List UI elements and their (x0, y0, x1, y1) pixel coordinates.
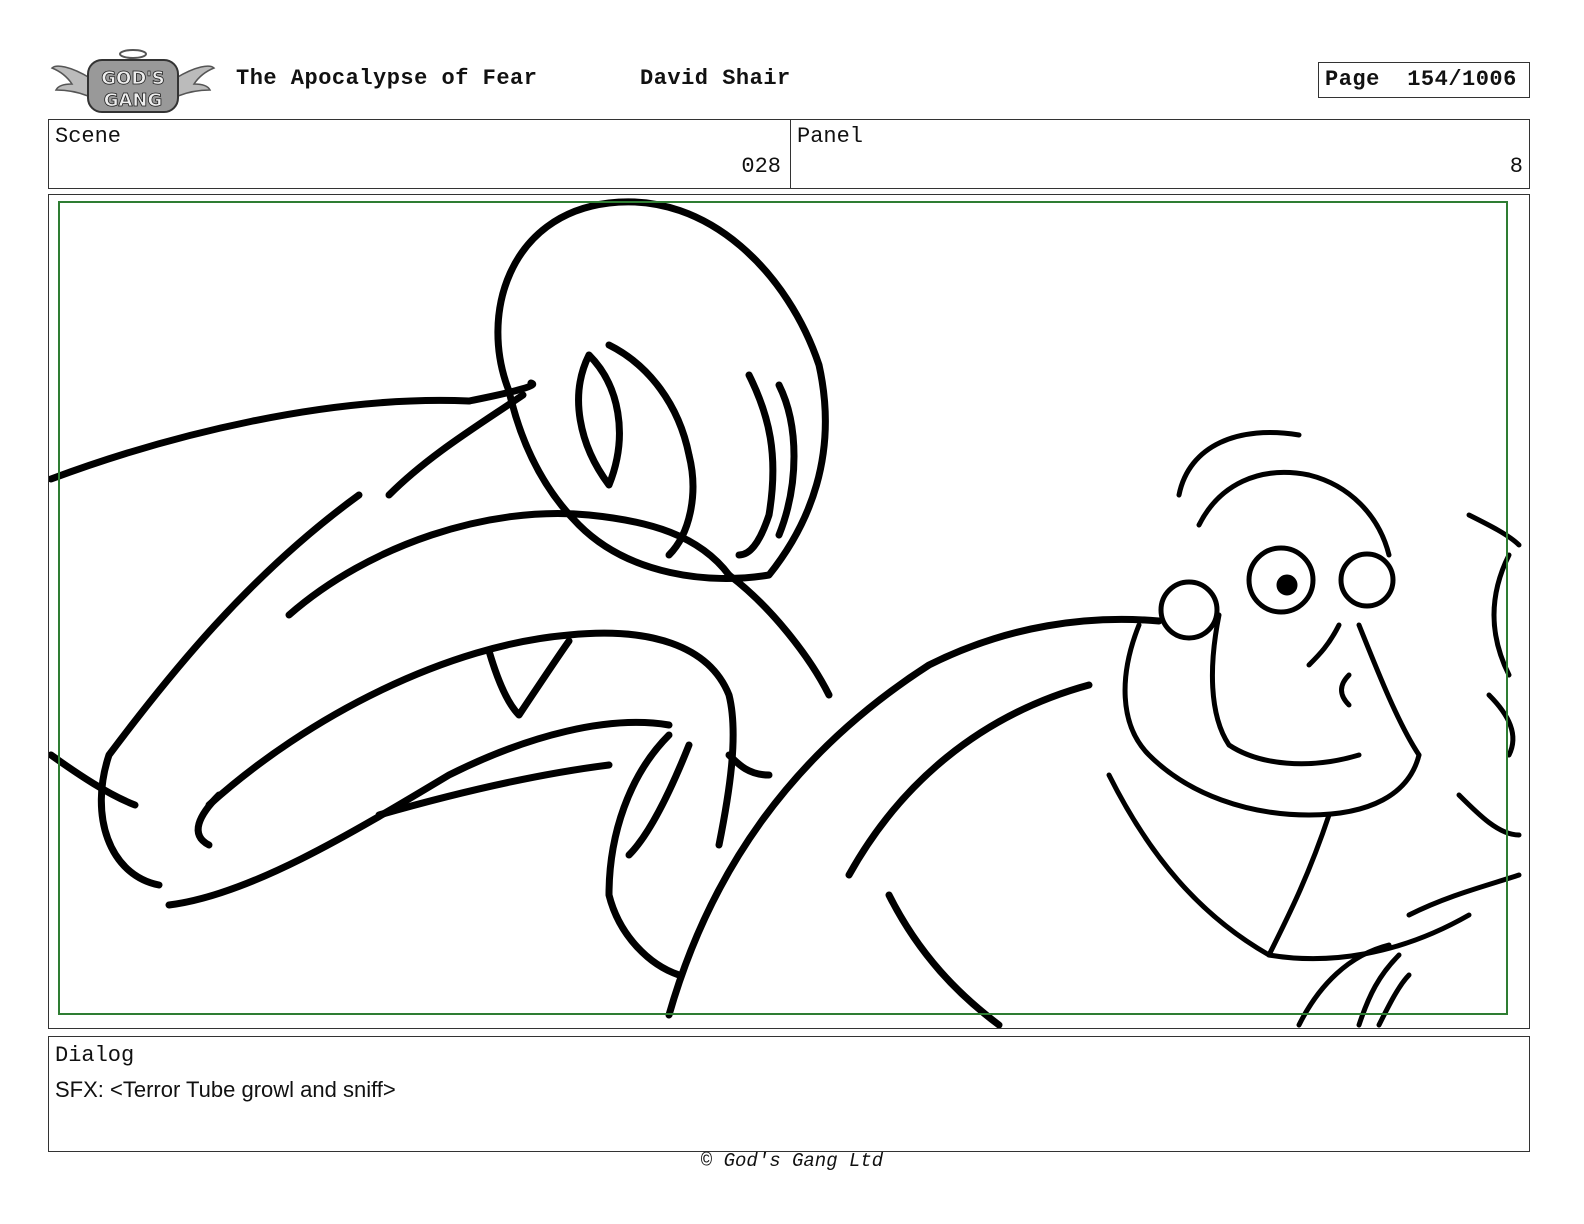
svg-text:GOD'S: GOD'S (101, 68, 165, 89)
copyright-footer: © God's Gang Ltd (700, 1150, 884, 1172)
tentacle-top-line (49, 396, 473, 483)
info-divider (790, 120, 791, 188)
page-number-box: Page 154/1006 (1318, 62, 1530, 98)
dialog-label: Dialog (55, 1043, 135, 1068)
project-title: The Apocalypse of Fear (236, 66, 538, 91)
character-sketch (1106, 430, 1522, 1028)
scene-label: Scene (55, 124, 122, 149)
dialog-text: SFX: <Terror Tube growl and sniff> (55, 1077, 396, 1102)
scene-value: 028 (741, 154, 781, 179)
character-body (665, 615, 1163, 1019)
safe-frame (58, 201, 1508, 1015)
gods-gang-logo: GOD'S GANG (50, 46, 216, 116)
svg-text:GANG: GANG (104, 90, 163, 111)
author-name: David Shair (640, 66, 791, 91)
storyboard-panel (48, 194, 1530, 1029)
character-ear (1158, 579, 1220, 641)
panel-label: Panel (797, 124, 864, 149)
dialog-box: Dialog SFX: <Terror Tube growl and sniff… (48, 1036, 1530, 1152)
creature-sketch (49, 198, 1163, 1028)
halo-icon (119, 49, 147, 59)
panel-sketch (49, 198, 1522, 1028)
tube-lower (165, 718, 673, 909)
left-wing-icon (50, 65, 91, 98)
panel-value: 8 (1509, 154, 1523, 179)
tube-outer-left (97, 491, 363, 889)
page-value: 154/1006 (1407, 67, 1517, 92)
scene-panel-info: Scene 028 Panel 8 (48, 119, 1530, 189)
logo-graphic: GOD'S GANG (50, 49, 216, 113)
character-jaw (1209, 612, 1362, 767)
page-label: Page (1325, 67, 1380, 92)
right-wing-icon (175, 65, 216, 98)
